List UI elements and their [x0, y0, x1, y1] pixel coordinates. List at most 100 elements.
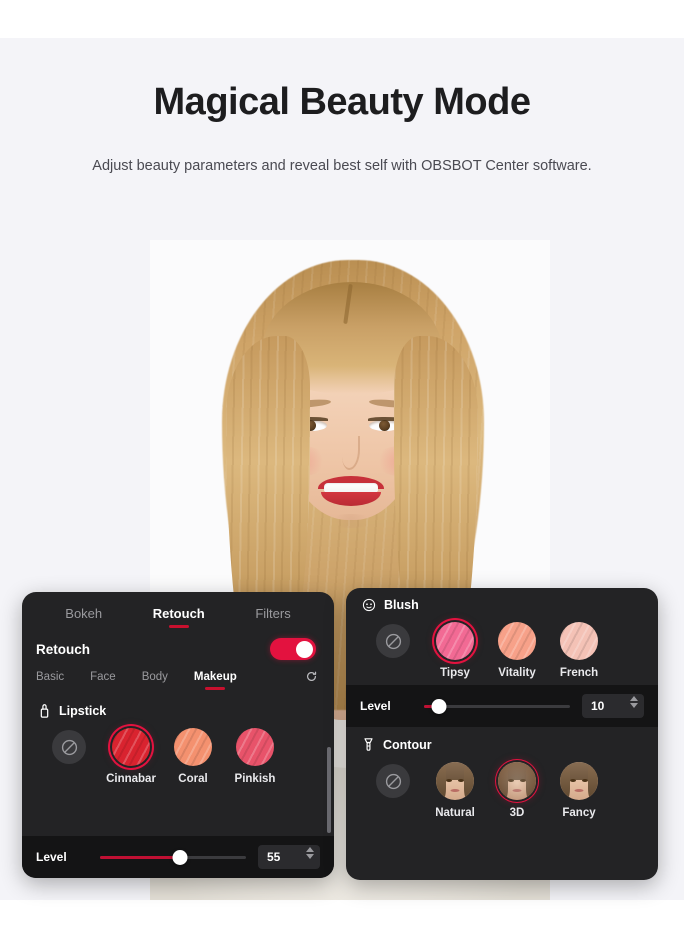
blush-title: Blush	[384, 598, 419, 612]
thumb-eye-left	[570, 779, 576, 782]
no-effect-icon	[376, 624, 410, 658]
thumb-hair-right	[526, 766, 536, 800]
lipstick-icon	[38, 703, 51, 718]
retouch-panel: Bokeh Retouch Filters Retouch Basic Face…	[22, 592, 334, 878]
thumb-hair-left	[560, 766, 570, 800]
blush-label-vitality: Vitality	[498, 667, 536, 679]
blush-option-french[interactable]: French	[548, 622, 610, 679]
lipstick-level-label: Level	[36, 850, 67, 864]
thumb-hair-right	[588, 766, 598, 800]
subtab-makeup[interactable]: Makeup	[194, 671, 237, 691]
blush-level-label: Level	[360, 699, 391, 713]
stepper-down-icon[interactable]	[306, 854, 314, 859]
iris-right	[379, 420, 390, 431]
retouch-label: Retouch	[36, 641, 90, 657]
stepper-up-icon[interactable]	[306, 847, 314, 852]
contour-thumb-natural	[436, 762, 474, 800]
subtab-basic[interactable]: Basic	[36, 671, 64, 691]
blush-swatch-vitality	[498, 622, 536, 660]
lipstick-option-none[interactable]	[38, 728, 100, 771]
page-subtitle: Adjust beauty parameters and reveal best…	[92, 157, 592, 174]
contour-thumb-3d	[498, 762, 536, 800]
contour-thumb-fancy	[560, 762, 598, 800]
contour-option-none[interactable]	[362, 762, 424, 805]
slider-thumb[interactable]	[172, 849, 188, 865]
blush-level-stepper	[629, 696, 640, 708]
tab-retouch[interactable]: Retouch	[153, 606, 205, 628]
lipstick-label-cinnabar: Cinnabar	[106, 773, 156, 785]
blush-level-input[interactable]: 10	[582, 694, 644, 718]
lipstick-option-coral[interactable]: Coral	[162, 728, 224, 785]
contour-title: Contour	[383, 737, 432, 752]
lipstick-level-value: 55	[267, 850, 281, 864]
blush-option-none[interactable]	[362, 622, 424, 665]
blush-level-slider[interactable]	[424, 698, 570, 714]
lipstick-swatch-pinkish	[236, 728, 274, 766]
lipstick-option-pinkish[interactable]: Pinkish	[224, 728, 286, 785]
blush-section-header: Blush	[346, 588, 658, 612]
lipstick-label-coral: Coral	[178, 773, 208, 785]
lipstick-level-slider[interactable]	[100, 849, 246, 865]
lipstick-level-stepper	[305, 847, 316, 859]
contour-option-fancy[interactable]: Fancy	[548, 762, 610, 819]
sub-tab-bar: Basic Face Body Makeup	[22, 664, 334, 693]
blush-level-value: 10	[591, 699, 605, 713]
lower-lip	[321, 492, 381, 506]
blush-contour-panel: Blush Tipsy Vitality French Level 10 Con…	[346, 588, 658, 880]
contour-label-fancy: Fancy	[562, 807, 596, 819]
stepper-down-icon[interactable]	[630, 703, 638, 708]
lipstick-level-bar: Level 55	[22, 836, 334, 878]
toggle-knob	[296, 640, 313, 658]
subtab-face[interactable]: Face	[90, 671, 116, 691]
hero-section: Magical Beauty Mode Adjust beauty parame…	[0, 80, 684, 180]
thumb-hair-left	[436, 766, 446, 800]
tab-bokeh[interactable]: Bokeh	[65, 606, 102, 628]
tab-filters[interactable]: Filters	[255, 606, 290, 628]
makeup-brush-icon	[362, 737, 375, 752]
retouch-toggle-row: Retouch	[22, 630, 334, 664]
contour-label-natural: Natural	[435, 807, 475, 819]
thumb-mouth	[574, 789, 584, 792]
thumb-eye-right	[458, 779, 464, 782]
blush-option-vitality[interactable]: Vitality	[486, 622, 548, 679]
no-effect-icon	[52, 730, 86, 764]
page-title: Magical Beauty Mode	[153, 81, 531, 123]
refresh-icon[interactable]	[305, 670, 318, 683]
lipstick-swatch-row: Cinnabar Coral Pinkish	[22, 718, 334, 791]
thumb-eye-right	[520, 779, 526, 782]
retouch-toggle[interactable]	[270, 638, 316, 660]
lipstick-title: Lipstick	[59, 703, 107, 718]
thumb-mouth	[450, 789, 460, 792]
lipstick-option-cinnabar[interactable]: Cinnabar	[100, 728, 162, 785]
thumb-hair-right	[464, 766, 474, 800]
blush-section: Blush Tipsy Vitality French Level 10	[346, 588, 658, 727]
slider-fill	[100, 855, 181, 859]
thumb-eye-left	[508, 779, 514, 782]
blush-swatch-tipsy	[436, 622, 474, 660]
thumb-eye-right	[582, 779, 588, 782]
blush-label-tipsy: Tipsy	[440, 667, 470, 679]
stepper-up-icon[interactable]	[630, 696, 638, 701]
slider-thumb[interactable]	[431, 698, 447, 714]
lipstick-label-pinkish: Pinkish	[234, 773, 276, 785]
blush-label-french: French	[559, 667, 599, 679]
blush-option-tipsy[interactable]: Tipsy	[424, 622, 486, 679]
blush-level-bar: Level 10	[346, 685, 658, 727]
contour-swatch-row: Natural 3D Fancy	[346, 752, 658, 825]
contour-option-natural[interactable]: Natural	[424, 762, 486, 819]
contour-option-3d[interactable]: 3D	[486, 762, 548, 819]
lipstick-section-header: Lipstick	[22, 693, 334, 718]
lipstick-swatch-cinnabar	[112, 728, 150, 766]
no-effect-icon	[376, 764, 410, 798]
lipstick-level-input[interactable]: 55	[258, 845, 320, 869]
thumb-hair-left	[498, 766, 508, 800]
contour-section-header: Contour	[346, 727, 658, 752]
thumb-eye-left	[446, 779, 452, 782]
lipstick-swatch-coral	[174, 728, 212, 766]
panel-scrollbar[interactable]	[327, 747, 331, 833]
contour-section: Contour Natural 3D Fancy	[346, 727, 658, 825]
thumb-hair	[498, 762, 536, 780]
blush-swatch-french	[560, 622, 598, 660]
subtab-body[interactable]: Body	[142, 671, 168, 691]
page-root: Magical Beauty Mode Adjust beauty parame…	[0, 0, 684, 937]
